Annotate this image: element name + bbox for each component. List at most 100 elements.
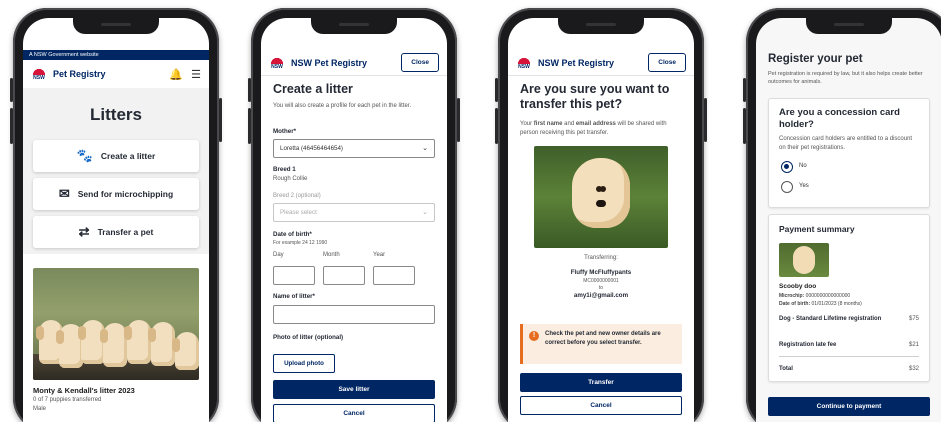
notch [558, 18, 644, 34]
continue-to-payment-button[interactable]: Continue to payment [768, 397, 930, 416]
option-yes-label: Yes [799, 183, 809, 189]
side-button [495, 108, 498, 144]
mother-value: Loretta (46456464654) [280, 145, 343, 152]
upload-photo-button[interactable]: Upload photo [273, 354, 335, 373]
action-label: Transfer a pet [97, 227, 154, 237]
nsw-logo-icon[interactable]: NSW [31, 66, 47, 82]
concession-question: Are you a concession card holder? [779, 107, 900, 130]
page-title: Litters [23, 88, 209, 136]
divider [779, 356, 919, 357]
total-row: Total $32 [779, 366, 919, 372]
breed1-label: Breed 1 [273, 166, 296, 173]
mother-label: Mother* [273, 128, 297, 135]
day-label: Day [273, 252, 284, 258]
page-title: Are you sure you want to transfer this p… [520, 82, 670, 111]
page-title: Register your pet [768, 53, 863, 65]
close-button[interactable]: Close [401, 53, 439, 72]
send-microchipping-button[interactable]: ✉ Send for microchipping [33, 178, 199, 210]
transfer-pet-button[interactable]: ⇄ Transfer a pet [33, 216, 199, 248]
dob-hint: For example 24 12 1990 [273, 240, 328, 246]
phone-create-litter: NSW NSW Pet Registry Close Create a litt… [248, 8, 460, 422]
screen-register: Register your pet Pet registration is re… [756, 18, 941, 422]
transfer-button[interactable]: Transfer [520, 373, 682, 392]
phone-litters: A NSW Government website NSW Pet Registr… [10, 8, 222, 422]
breed2-label: Breed 2 (optional) [273, 193, 321, 199]
phone-register: Register your pet Pet registration is re… [743, 8, 941, 422]
breed2-select[interactable]: Please select ⌄ [273, 203, 435, 222]
line-item-late-fee: Registration late fee $21 [779, 342, 919, 348]
action-label: Create a litter [100, 151, 156, 161]
screen-transfer: NSW NSW Pet Registry Close Are you sure … [508, 18, 694, 422]
microchip-line: Microchip: 0000000000000000 [779, 293, 851, 299]
dob-line: Date of birth: 01/01/2023 (8 months) [779, 301, 862, 307]
side-button [743, 78, 746, 102]
phone-transfer: NSW NSW Pet Registry Close Are you sure … [495, 8, 707, 422]
transfer-description: Your first name and email address will b… [520, 121, 667, 136]
intro-text: You will also create a profile for each … [273, 103, 412, 109]
radio-yes[interactable] [781, 181, 793, 193]
nsw-logo-icon: NSW [516, 55, 532, 71]
chevron-down-icon: ⌄ [422, 145, 428, 152]
side-button [248, 108, 251, 144]
litter-photo[interactable] [33, 268, 199, 380]
menu-icon[interactable]: ☰ [191, 68, 201, 81]
line-item-lifetime: Dog - Standard Lifetime registration $75 [779, 316, 919, 322]
pet-thumbnail [779, 243, 829, 277]
chevron-down-icon: ⌄ [422, 209, 428, 216]
day-input[interactable] [273, 266, 315, 285]
month-input[interactable] [323, 266, 365, 285]
create-litter-button[interactable]: 🐾 Create a litter [33, 140, 199, 172]
action-label: Send for microchipping [77, 189, 174, 199]
option-no-label: No [799, 163, 807, 169]
warning-text: Check the pet and new owner details are … [545, 331, 661, 346]
transfer-arrows-icon: ⇄ [78, 224, 90, 239]
brand-title: NSW Pet Registry [538, 57, 615, 68]
brand-title: Pet Registry [53, 69, 106, 79]
screen-create-litter: NSW NSW Pet Registry Close Create a litt… [261, 18, 447, 422]
envelope-icon: ✉ [58, 186, 70, 201]
side-button [495, 78, 498, 102]
side-button [219, 98, 222, 142]
litter-name-input[interactable] [273, 305, 435, 324]
notch [73, 18, 159, 34]
app-bar: NSW Pet Registry 🔔 ☰ [23, 60, 209, 88]
screen-litters: A NSW Government website NSW Pet Registr… [23, 18, 209, 422]
litter-name-label: Name of litter* [273, 293, 315, 300]
litter-transferred: 0 of 7 puppies transferred [33, 397, 102, 403]
close-button[interactable]: Close [648, 53, 686, 72]
cancel-button[interactable]: Cancel [520, 396, 682, 415]
concession-description: Concession card holders are entitled to … [779, 136, 913, 151]
bell-icon[interactable]: 🔔 [169, 68, 183, 81]
radio-no[interactable] [781, 161, 793, 173]
notch [311, 18, 397, 34]
cancel-button[interactable]: Cancel [273, 404, 435, 422]
recipient-email: amy1i@gmail.com [573, 292, 629, 299]
pet-name: Fluffy McFluffypants [570, 269, 632, 276]
concession-card: Are you a concession card holder? Conces… [768, 98, 930, 208]
save-litter-button[interactable]: Save litter [273, 380, 435, 399]
mother-select[interactable]: Loretta (46456464654) ⌄ [273, 139, 435, 158]
pet-photo [534, 146, 668, 248]
side-button [743, 108, 746, 144]
nsw-logo-icon: NSW [269, 55, 285, 71]
transferring-label: Transferring: [584, 255, 618, 261]
page-title: Create a litter [273, 82, 353, 96]
gov-banner: A NSW Government website [23, 50, 209, 60]
litter-title[interactable]: Monty & Kendall's litter 2023 [33, 386, 135, 395]
payment-summary-card: Payment summary Scooby doo Microchip: 00… [768, 214, 930, 382]
side-button [10, 78, 13, 102]
litter-sex: Male [33, 406, 47, 412]
dob-label: Date of birth* [273, 231, 312, 238]
pet-name: Scooby doo [779, 283, 817, 290]
warning-callout: ! Check the pet and new owner details ar… [520, 324, 682, 364]
year-input[interactable] [373, 266, 415, 285]
year-label: Year [373, 252, 386, 258]
brand-title: NSW Pet Registry [291, 57, 368, 68]
side-button [457, 98, 460, 142]
notch [806, 18, 892, 34]
side-button [10, 108, 13, 144]
intro-text: Pet registration is required by law, but… [768, 71, 923, 85]
photo-label: Photo of litter (optional) [273, 334, 344, 341]
month-label: Month [323, 252, 340, 258]
breed2-placeholder: Please select [280, 209, 317, 216]
